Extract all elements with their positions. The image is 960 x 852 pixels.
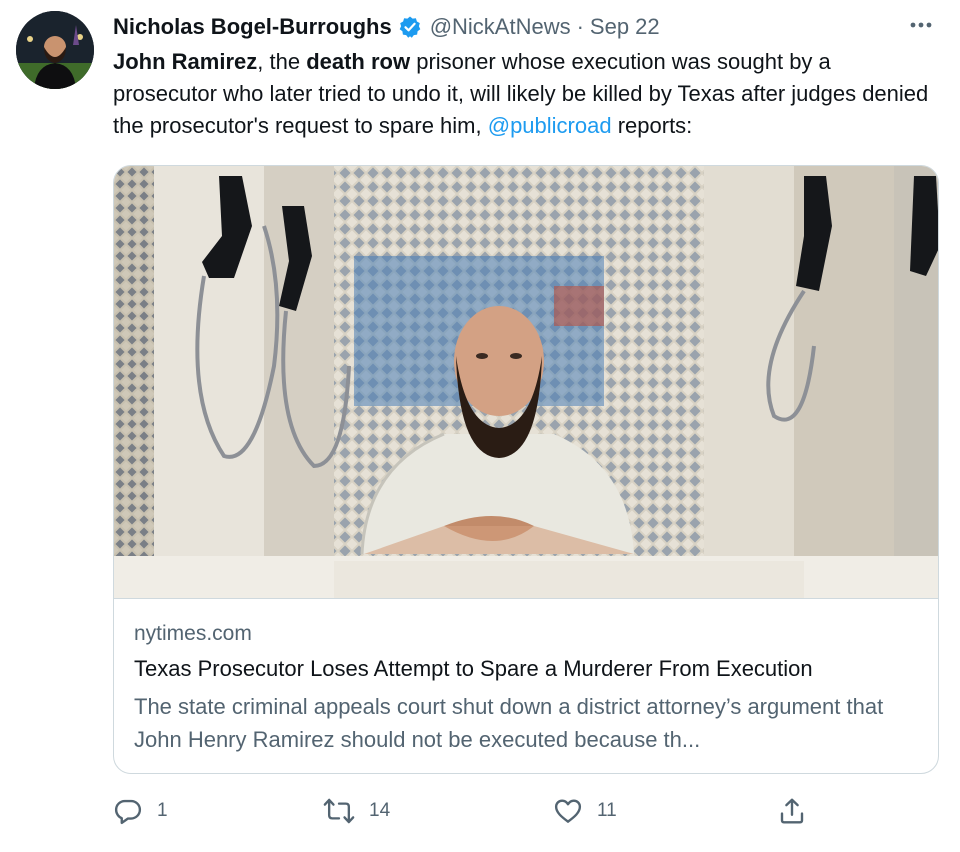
tweet-header: Nicholas Bogel-Burroughs @NickAtNews · S… [113,11,660,43]
tweet-text-bold-name: John Ramirez [113,49,258,74]
like-button[interactable]: 11 [553,793,617,829]
retweet-button[interactable]: 14 [323,793,390,829]
tweet-text-segment: , the [257,49,307,74]
tweet-text: John Ramirez, the death row prisoner who… [113,46,933,142]
tweet-text-bold-phrase: death row [306,49,411,74]
card-image[interactable] [114,166,938,599]
author-handle[interactable]: @NickAtNews [430,14,571,40]
share-icon [777,796,807,826]
retweet-icon [323,796,355,826]
reply-count: 1 [157,800,168,821]
tweet-text-segment: reports: [611,113,693,138]
card-domain: nytimes.com [134,622,252,645]
like-icon [553,796,583,826]
share-button[interactable] [777,793,807,829]
verified-badge-icon [398,15,422,39]
card-title[interactable]: Texas Prosecutor Loses Attempt to Spare … [134,656,924,682]
author-name[interactable]: Nicholas Bogel-Burroughs [113,14,392,40]
tweet-date[interactable]: Sep 22 [590,14,660,40]
link-card[interactable]: nytimes.com Texas Prosecutor Loses Attem… [113,165,939,774]
retweet-count: 14 [369,800,391,821]
avatar[interactable] [16,11,94,89]
card-description: The state criminal appeals court shut do… [134,694,884,752]
action-bar: 1 14 11 [113,793,813,829]
mention-link[interactable]: @publicroad [488,113,612,138]
reply-icon [113,796,143,826]
like-count: 11 [597,800,617,821]
more-icon[interactable] [904,14,938,36]
reply-button[interactable]: 1 [113,793,168,829]
separator-dot: · [576,14,584,39]
